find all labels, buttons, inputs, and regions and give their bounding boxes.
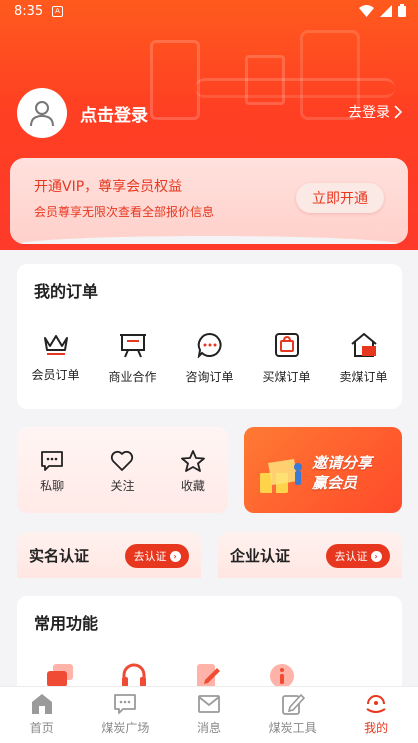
signal-icon [380, 4, 392, 17]
cert-name: 实名认证 [29, 547, 90, 565]
invite-line1: 邀请分享 [312, 454, 373, 472]
heart-icon [111, 450, 134, 471]
common-title: 常用功能 [34, 614, 99, 633]
battery-icon [398, 4, 406, 17]
home-icon [31, 694, 52, 714]
vip-subtitle: 会员尊享无限次查看全部报价信息 [34, 205, 215, 219]
social-item-private-chat[interactable]: 私聊 [40, 450, 64, 494]
go-login-label: 去登录 [348, 105, 390, 121]
social-item-label: 关注 [110, 479, 135, 493]
orders-title: 我的订单 [34, 282, 99, 301]
order-item-label: 咨询订单 [185, 370, 234, 384]
presentation-board-icon [119, 334, 146, 358]
vip-banner[interactable]: 开通VIP，尊享会员权益 会员尊享无限次查看全部报价信息 立即开通 [10, 158, 408, 244]
go-certify-button[interactable]: 去认证 › [125, 544, 189, 568]
social-item-favorite[interactable]: 收藏 [181, 450, 205, 494]
my-orders-card: 我的订单 会员订单 商业合作 咨询订单 买煤订单 卖煤订单 [17, 264, 402, 409]
vip-title: 开通VIP，尊享会员权益 [34, 179, 183, 195]
message-icon [41, 451, 64, 471]
status-bar: 8:35 A [0, 0, 418, 24]
cert-name: 企业认证 [230, 547, 291, 565]
tab-home[interactable]: 首页 [0, 687, 84, 743]
star-icon [180, 450, 205, 472]
avatar[interactable] [17, 88, 67, 138]
real-name-cert: 实名认证 去认证 › [17, 532, 201, 578]
order-item-label: 商业合作 [108, 370, 157, 384]
social-item-label: 收藏 [180, 479, 205, 493]
crown-icon [43, 335, 68, 355]
go-login-link[interactable]: 去登录 [348, 102, 402, 122]
header-decoration [195, 78, 395, 98]
status-time: 8:35 [14, 4, 44, 19]
order-item-consult[interactable]: 咨询订单 [174, 332, 246, 385]
square-chat-icon [114, 694, 137, 714]
go-certify-button[interactable]: 去认证 › [326, 544, 390, 568]
invite-banner[interactable]: 邀请分享 赢会员 [244, 427, 402, 513]
social-card: 私聊 关注 收藏 [17, 427, 228, 513]
user-icon [30, 101, 54, 127]
order-item-member[interactable]: 会员订单 [20, 332, 92, 385]
order-item-label: 买煤订单 [262, 370, 311, 384]
go-certify-label: 去认证 [334, 550, 368, 563]
notification-icon: A [52, 6, 63, 17]
tab-label: 煤炭广场 [101, 721, 150, 735]
order-item-business[interactable]: 商业合作 [97, 332, 169, 385]
arrow-right-icon: › [169, 550, 181, 562]
login-title[interactable]: 点击登录 [80, 101, 148, 126]
header-decoration [150, 40, 200, 120]
order-item-sell-coal[interactable]: 卖煤订单 [328, 332, 400, 385]
enterprise-cert: 企业认证 去认证 › [218, 532, 402, 578]
wifi-icon [359, 4, 374, 17]
chat-bubble-icon [197, 332, 222, 358]
chevron-right-icon [394, 105, 402, 119]
order-item-label: 会员订单 [31, 368, 80, 382]
open-vip-button[interactable]: 立即开通 [296, 183, 384, 213]
invite-line2: 赢会员 [312, 474, 358, 492]
shopping-bag-icon [274, 333, 299, 357]
tab-label: 首页 [29, 721, 54, 735]
invite-text: 邀请分享 赢会员 [312, 453, 372, 493]
profile-icon [366, 695, 386, 713]
tab-label: 我的 [364, 721, 389, 735]
tab-label: 消息 [196, 721, 221, 735]
arrow-right-icon: › [370, 550, 382, 562]
tab-label: 煤炭工具 [268, 721, 317, 735]
tab-mine[interactable]: 我的 [334, 687, 418, 743]
order-item-buy-coal[interactable]: 买煤订单 [251, 332, 323, 385]
gift-illustration-icon [260, 459, 302, 493]
social-item-label: 私聊 [40, 479, 65, 493]
store-icon [350, 332, 377, 357]
profile-header: 8:35 A 点击登录 去登录 开通VIP，尊享会员权益 会员尊享无限次查看全部… [0, 0, 418, 250]
bottom-tab-bar: 首页 煤炭广场 消息 煤炭工具 我的 [0, 686, 418, 743]
tab-coal-tools[interactable]: 煤炭工具 [251, 687, 335, 743]
tab-messages[interactable]: 消息 [167, 687, 251, 743]
social-item-follow[interactable]: 关注 [110, 450, 135, 494]
tab-coal-square[interactable]: 煤炭广场 [84, 687, 168, 743]
mail-icon [198, 695, 220, 713]
order-item-label: 卖煤订单 [339, 370, 388, 384]
go-certify-label: 去认证 [133, 550, 167, 563]
edit-icon [281, 693, 305, 715]
